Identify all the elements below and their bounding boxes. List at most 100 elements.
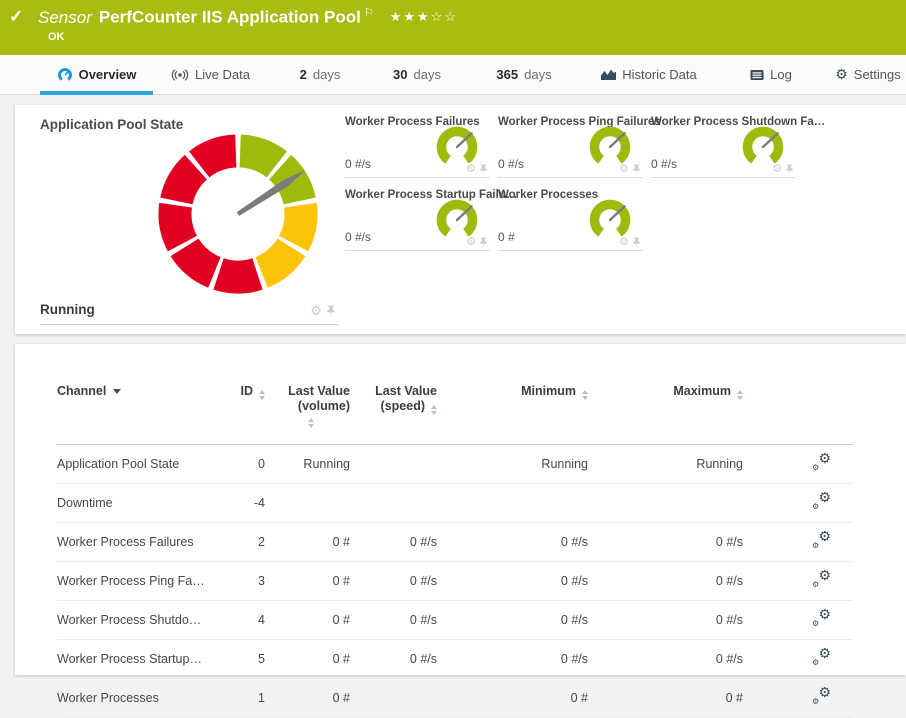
tab-live-data[interactable]: Live Data (163, 55, 258, 94)
tab-label: Settings (854, 67, 901, 82)
cell-last-value-volume (265, 484, 350, 523)
gauges-panel: Application Pool State Running ⚙ Worker … (15, 105, 906, 334)
gauge-cell-worker-process-shutdown-failures: Worker Process Shutdown Fa… 0 #/s ⚙ (651, 111, 796, 178)
cell-last-value-speed: 0 #/s (350, 640, 437, 679)
tab-30-days[interactable]: 30 days (378, 55, 456, 94)
cell-id: -4 (227, 484, 265, 523)
pin-icon[interactable] (785, 164, 794, 175)
cell-minimum: 0 #/s (437, 562, 588, 601)
area-chart-icon (601, 68, 616, 81)
sensor-title: PerfCounter IIS Application Pool (99, 8, 361, 27)
pin-icon[interactable] (479, 164, 488, 175)
sort-icon (259, 390, 265, 400)
cell-maximum: 0 #/s (588, 601, 743, 640)
column-label: Maximum (673, 384, 731, 398)
channel-settings-icon[interactable]: ⚙⚙ (812, 493, 831, 510)
gear-icon[interactable]: ⚙ (310, 304, 322, 317)
object-kind-label: Sensor (38, 8, 92, 27)
cell-minimum: 0 # (437, 679, 588, 718)
cell-last-value-volume: 0 # (265, 679, 350, 718)
tab-historic-data[interactable]: Historic Data (595, 55, 703, 94)
cell-minimum: 0 #/s (437, 640, 588, 679)
gauge-title: Worker Process Ping Failures (498, 116, 661, 128)
tab-label: days (524, 67, 551, 82)
sensor-header: ✓ Sensor PerfCounter IIS Application Pool… (0, 0, 906, 55)
main-gauge-value: Running (40, 302, 95, 317)
tab-number: 2 (300, 67, 307, 82)
cell-id: 1 (227, 679, 265, 718)
column-label: Last Value (350, 384, 437, 399)
column-header-channel[interactable]: Channel (57, 374, 227, 445)
channel-settings-icon[interactable]: ⚙⚙ (812, 454, 831, 471)
channel-settings-icon[interactable]: ⚙⚙ (812, 649, 831, 666)
gauge-cell-worker-processes: Worker Processes 0 # ⚙ (498, 184, 643, 251)
pin-icon[interactable] (632, 237, 641, 248)
cell-channel: Application Pool State (57, 445, 227, 484)
status-ok-check-icon: ✓ (9, 7, 23, 27)
cell-id: 0 (227, 445, 265, 484)
sort-desc-icon (113, 389, 121, 394)
cell-last-value-speed (350, 445, 437, 484)
cell-id: 5 (227, 640, 265, 679)
cell-maximum: 0 #/s (588, 523, 743, 562)
gear-icon[interactable]: ⚙ (619, 164, 629, 175)
tab-log[interactable]: Log (740, 55, 802, 94)
cell-channel: Worker Process Ping Fa… (57, 562, 227, 601)
cell-last-value-speed: 0 #/s (350, 601, 437, 640)
gauge-cell-worker-process-startup-failures: Worker Process Startup Failu… 0 #/s ⚙ (345, 184, 490, 251)
column-label: ID (241, 384, 254, 398)
tab-label: Log (770, 67, 792, 82)
cell-maximum: 0 #/s (588, 562, 743, 601)
cell-minimum: Running (437, 445, 588, 484)
sort-icon (737, 390, 743, 400)
tab-2-days[interactable]: 2 days (285, 55, 355, 94)
column-header-minimum[interactable]: Minimum (437, 374, 588, 445)
table-row: Downtime -4 ⚙⚙ (57, 484, 853, 523)
channel-settings-icon[interactable]: ⚙⚙ (812, 610, 831, 627)
tab-365-days[interactable]: 365 days (483, 55, 565, 94)
cell-maximum: 0 # (588, 679, 743, 718)
gauge-title: Worker Process Startup Failu… (345, 189, 517, 201)
channel-settings-icon[interactable]: ⚙⚙ (812, 532, 831, 549)
pin-icon[interactable] (479, 237, 488, 248)
pin-icon[interactable] (632, 164, 641, 175)
tab-settings[interactable]: ⚙ Settings (830, 55, 906, 94)
gauge-cell-worker-process-failures: Worker Process Failures 0 #/s ⚙ (345, 111, 490, 178)
table-row: Worker Process Failures 2 0 # 0 #/s 0 #/… (57, 523, 853, 562)
sort-icon (582, 390, 588, 400)
cell-last-value-volume: 0 # (265, 523, 350, 562)
tab-number: 365 (496, 67, 518, 82)
gear-icon[interactable]: ⚙ (466, 164, 476, 175)
gear-icon[interactable]: ⚙ (466, 237, 476, 248)
tab-label: Historic Data (622, 67, 696, 82)
gear-icon[interactable]: ⚙ (772, 164, 782, 175)
table-row: Worker Processes 1 0 # 0 # 0 # ⚙⚙ (57, 679, 853, 718)
column-header-id[interactable]: ID (227, 374, 265, 445)
gauge-title: Worker Process Shutdown Fa… (651, 116, 825, 128)
cell-minimum (437, 484, 588, 523)
flag-icon[interactable]: ⚐ (364, 7, 374, 19)
cell-last-value-speed: 0 #/s (350, 562, 437, 601)
log-list-icon (750, 69, 764, 81)
cell-last-value-volume: Running (265, 445, 350, 484)
cell-maximum: 0 #/s (588, 640, 743, 679)
priority-stars[interactable]: ★★★☆☆ (390, 9, 458, 24)
column-header-last-value-volume[interactable]: Last Value (volume) (265, 374, 350, 445)
column-label: Last Value (265, 384, 350, 399)
column-label: Minimum (521, 384, 576, 398)
cell-id: 3 (227, 562, 265, 601)
main-gauge-value-row: Running ⚙ (40, 299, 338, 325)
channel-settings-icon[interactable]: ⚙⚙ (812, 688, 831, 705)
tab-overview[interactable]: Overview (40, 55, 153, 94)
cell-channel: Worker Process Failures (57, 523, 227, 562)
column-header-maximum[interactable]: Maximum (588, 374, 743, 445)
cell-channel: Worker Processes (57, 679, 227, 718)
gauge-value: 0 #/s (345, 157, 371, 171)
column-label: (speed) (381, 399, 425, 413)
cell-id: 4 (227, 601, 265, 640)
channel-settings-icon[interactable]: ⚙⚙ (812, 571, 831, 588)
application-pool-state-gauge (153, 129, 323, 299)
gear-icon[interactable]: ⚙ (619, 237, 629, 248)
pin-icon[interactable] (326, 305, 336, 317)
column-header-last-value-speed[interactable]: Last Value (speed) (350, 374, 437, 445)
